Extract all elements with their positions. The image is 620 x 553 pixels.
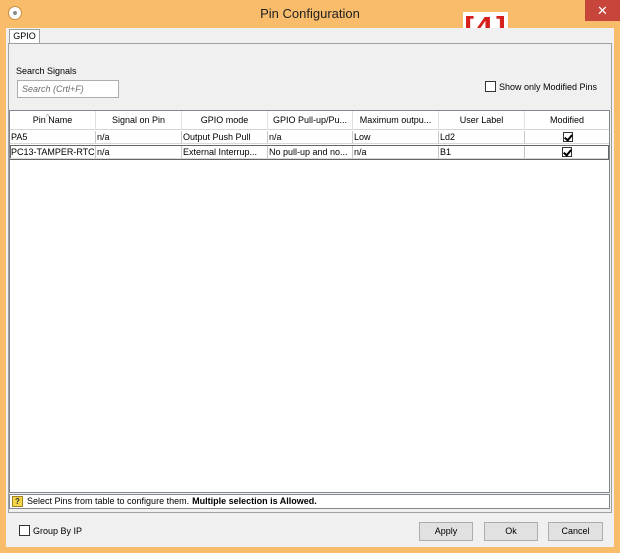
cell-user-label: Ld2 [439,131,525,144]
ok-button[interactable]: Ok [484,522,538,541]
column-header-user-label[interactable]: User Label [439,111,525,130]
search-label: Search Signals [16,66,77,76]
column-header-modified[interactable]: Modified [525,111,609,130]
checkmark-icon[interactable] [562,132,573,142]
cell-signal: n/a [96,131,182,144]
status-bar: ? Select Pins from table to configure th… [9,494,610,509]
window-title: Pin Configuration [260,6,360,21]
column-header-signal[interactable]: Signal on Pin [96,111,182,130]
cell-gpio-mode: Output Push Pull [182,131,268,144]
cell-modified[interactable] [525,146,608,159]
dialog-body: GPIO Search Signals Show only Modified P… [6,28,614,547]
sort-arrow-icon: ^ [46,114,50,121]
cell-max-output: Low [353,131,439,144]
group-by-ip-checkbox[interactable] [19,525,30,536]
help-icon: ? [12,496,23,507]
status-bold-text: Multiple selection is Allowed. [192,496,317,506]
cancel-button[interactable]: Cancel [548,522,603,541]
cell-pin-name: PC13-TAMPER-RTC [10,146,96,159]
column-header-max-output[interactable]: Maximum outpu... [353,111,439,130]
column-header-pull[interactable]: GPIO Pull-up/Pu... [268,111,353,130]
column-header-gpio-mode[interactable]: GPIO mode [182,111,268,130]
cell-max-output: n/a [353,146,439,159]
tab-gpio[interactable]: GPIO [9,29,40,44]
show-modified-checkbox[interactable] [485,81,496,92]
column-header-pin-name[interactable]: ^ Pin Name [10,111,96,130]
pins-table: ^ Pin Name Signal on Pin GPIO mode GPIO … [9,110,610,493]
cell-pull: No pull-up and no... [268,146,353,159]
table-row[interactable]: PA5 n/a Output Push Pull n/a Low Ld2 [10,131,609,145]
table-row[interactable]: PC13-TAMPER-RTC n/a External Interrup...… [10,145,609,160]
status-text: Select Pins from table to configure them… [27,496,190,506]
cell-pin-name: PA5 [10,131,96,144]
group-by-ip-label: Group By IP [33,525,83,536]
apply-button[interactable]: Apply [419,522,473,541]
table-header: ^ Pin Name Signal on Pin GPIO mode GPIO … [10,111,609,130]
cell-user-label: B1 [439,146,525,159]
close-button[interactable]: ✕ [585,0,620,21]
pin-configuration-window: Pin Configuration ✕ [4] GPIO Search Sign… [0,0,620,553]
cell-pull: n/a [268,131,353,144]
column-header-label: Pin Name [32,115,73,125]
cell-modified[interactable] [525,131,609,144]
cell-gpio-mode: External Interrup... [182,146,268,159]
show-modified-toggle[interactable]: Show only Modified Pins [485,81,597,92]
show-modified-label: Show only Modified Pins [499,81,598,92]
cell-signal: n/a [96,146,182,159]
title-bar[interactable]: Pin Configuration ✕ [0,0,620,28]
checkmark-icon[interactable] [562,147,572,157]
search-input[interactable] [17,80,119,98]
group-by-ip-toggle[interactable]: Group By IP [19,525,82,536]
